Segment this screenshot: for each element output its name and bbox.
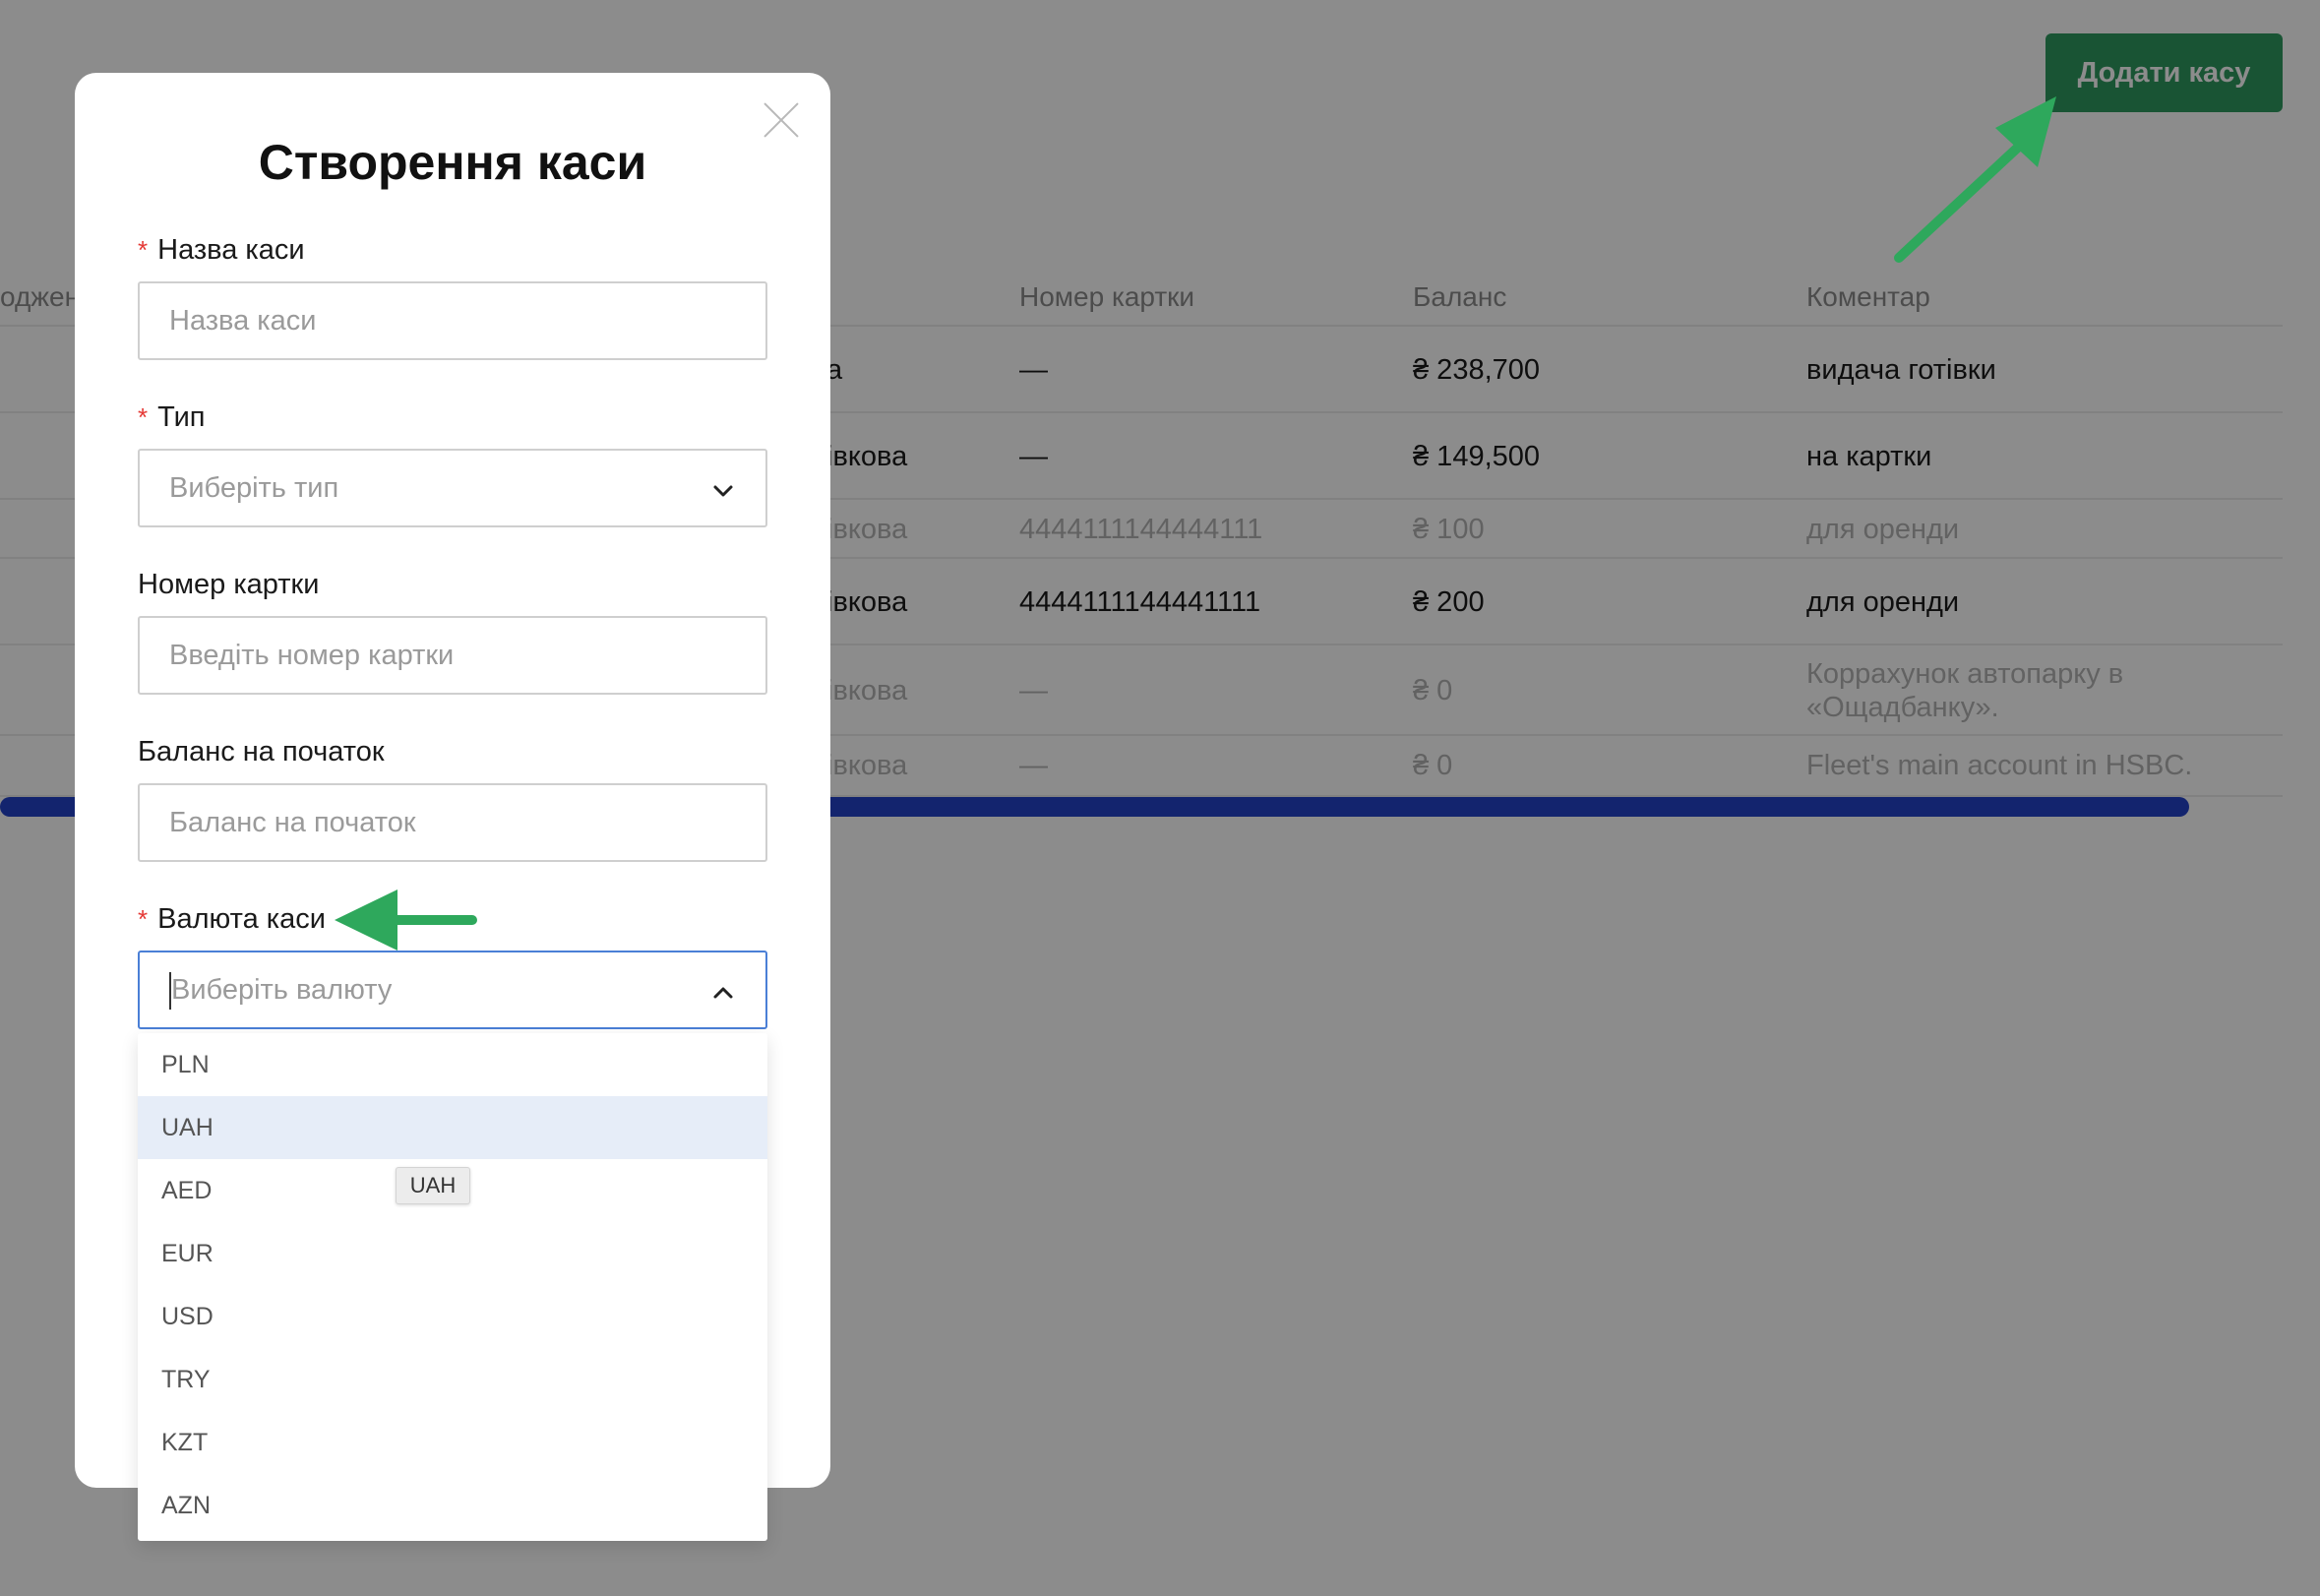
card-field <box>138 616 767 695</box>
currency-option-eur[interactable]: EUR <box>138 1222 767 1285</box>
balance-field <box>138 783 767 862</box>
currency-option-pln[interactable]: PLN <box>138 1033 767 1096</box>
chevron-up-icon <box>713 987 733 999</box>
type-label-text: Тип <box>157 401 206 433</box>
currency-option-try[interactable]: TRY <box>138 1348 767 1411</box>
card-label: Номер картки <box>138 569 319 601</box>
type-select[interactable]: Виберіть тип <box>138 449 767 527</box>
currency-select[interactable]: Виберіть валюту <box>138 951 767 1029</box>
name-field <box>138 281 767 360</box>
currency-option-uah[interactable]: UAH <box>138 1096 767 1159</box>
currency-option-kzt[interactable]: KZT <box>138 1411 767 1474</box>
currency-dropdown: PLN UAH AED EUR USD TRY KZT AZN <box>138 1033 767 1541</box>
name-input[interactable] <box>140 283 765 358</box>
balance-label: Баланс на початок <box>138 736 385 768</box>
name-label-text: Назва каси <box>157 234 305 266</box>
type-label: * Тип <box>138 401 205 434</box>
currency-option-usd[interactable]: USD <box>138 1285 767 1348</box>
balance-label-text: Баланс на початок <box>138 736 385 767</box>
option-tooltip: UAH <box>396 1167 470 1204</box>
name-label: * Назва каси <box>138 234 305 267</box>
currency-label: * Валюта каси <box>138 903 326 936</box>
required-mark: * <box>138 402 149 432</box>
currency-option-azn[interactable]: AZN <box>138 1474 767 1537</box>
required-mark: * <box>138 235 149 265</box>
chevron-down-icon <box>713 485 733 497</box>
currency-select-placeholder: Виберіть валюту <box>171 974 393 1006</box>
modal-title: Створення каси <box>258 135 647 190</box>
required-mark: * <box>138 904 149 934</box>
card-label-text: Номер картки <box>138 569 320 600</box>
card-input[interactable] <box>140 618 765 693</box>
type-select-placeholder: Виберіть тип <box>169 472 339 504</box>
currency-label-text: Валюта каси <box>157 903 326 935</box>
balance-input[interactable] <box>140 785 765 860</box>
